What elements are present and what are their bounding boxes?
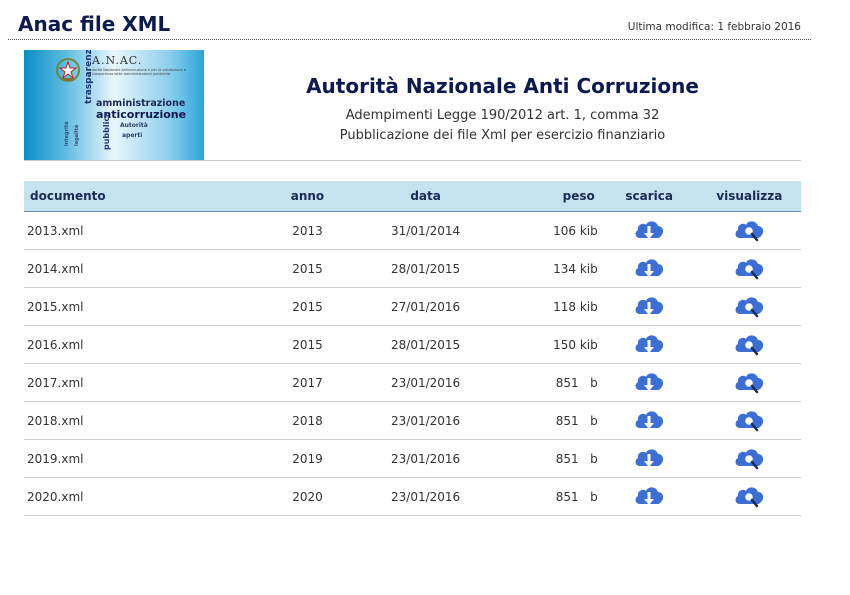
table-header-row: documento anno data peso scarica visuali… [24,181,801,212]
cell-anno: 2015 [262,249,353,288]
column-header-data: data [352,181,499,212]
cloud-download-icon[interactable] [632,220,666,239]
cell-visualizza [697,211,801,250]
cloud-search-icon[interactable] [732,258,766,279]
page-title: Anac file XML [18,12,171,36]
cell-visualizza [697,363,801,402]
publication-description: Pubblicazione dei file Xml per esercizio… [339,128,666,143]
column-header-peso: peso [498,181,601,212]
cell-documento: 2014.xml [24,249,263,288]
cloud-search-icon[interactable] [732,220,766,241]
cell-documento: 2019.xml [24,439,263,478]
cell-data: 28/01/2015 [352,325,499,364]
cell-visualizza [697,249,801,288]
cell-anno: 2015 [262,287,353,326]
cell-peso: 134 kib [498,249,601,288]
cell-visualizza [697,401,801,440]
cell-scarica [600,249,698,288]
cell-peso: 150 kib [498,325,601,364]
table-row: 2018.xml 2018 23/01/2016 851 b [24,401,801,440]
banner-word: aperti [122,132,143,139]
cloud-download-icon[interactable] [632,410,666,429]
cell-scarica [600,325,698,364]
divider [24,160,801,161]
cell-anno: 2015 [262,325,353,364]
cell-peso: 106 kib [498,211,601,250]
table-row: 2020.xml 2020 23/01/2016 851 b [24,477,801,516]
table-row: 2019.xml 2019 23/01/2016 851 b [24,439,801,478]
cell-anno: 2020 [262,477,353,516]
cloud-search-icon[interactable] [732,372,766,393]
table-row: 2016.xml 2015 28/01/2015 150 kib [24,325,801,364]
cell-anno: 2013 [262,211,353,250]
cell-visualizza [697,287,801,326]
cell-data: 23/01/2016 [352,439,499,478]
cell-peso: 118 kib [498,287,601,326]
cloud-download-icon[interactable] [632,258,666,277]
column-header-scarica: scarica [600,181,698,212]
top-bar: Anac file XML Ultima modifica: 1 febbrai… [8,6,811,40]
anac-banner: A.N.AC. Autorità Nazionale Anticorruzion… [24,50,204,160]
cell-peso: 851 b [498,477,601,516]
intro-block: Autorità Nazionale Anti Corruzione Ademp… [204,60,801,146]
cell-data: 23/01/2016 [352,363,499,402]
cloud-search-icon[interactable] [732,334,766,355]
cell-data: 28/01/2015 [352,249,499,288]
cloud-search-icon[interactable] [732,486,766,507]
org-name: Autorità Nazionale Anti Corruzione [306,74,699,98]
cell-peso: 851 b [498,439,601,478]
cell-anno: 2017 [262,363,353,402]
cloud-search-icon[interactable] [732,296,766,317]
table-row: 2017.xml 2017 23/01/2016 851 b [24,363,801,402]
cell-anno: 2018 [262,401,353,440]
cell-scarica [600,287,698,326]
table-row: 2013.xml 2013 31/01/2014 106 kib [24,211,801,250]
cell-documento: 2016.xml [24,325,263,364]
column-header-documento: documento [24,181,263,212]
last-modified: Ultima modifica: 1 febbraio 2016 [627,21,801,33]
cloud-download-icon[interactable] [632,486,666,505]
cell-anno: 2019 [262,439,353,478]
cell-scarica [600,477,698,516]
cell-data: 27/01/2016 [352,287,499,326]
cell-data: 31/01/2014 [352,211,499,250]
cell-scarica [600,211,698,250]
banner-word: Autorità [120,122,148,129]
cell-documento: 2017.xml [24,363,263,402]
law-reference: Adempimenti Legge 190/2012 art. 1, comma… [345,108,660,123]
cell-visualizza [697,325,801,364]
cloud-search-icon[interactable] [732,410,766,431]
cell-visualizza [697,439,801,478]
cell-documento: 2015.xml [24,287,263,326]
cell-data: 23/01/2016 [352,477,499,516]
banner-word: pubblica [102,111,111,151]
column-header-visualizza: visualizza [697,181,801,212]
cloud-download-icon[interactable] [632,334,666,353]
cell-documento: 2018.xml [24,401,263,440]
cloud-download-icon[interactable] [632,448,666,467]
column-header-anno: anno [262,181,353,212]
table-row: 2014.xml 2015 28/01/2015 134 kib [24,249,801,288]
banner-logo-text: A.N.AC. [92,54,143,67]
cell-scarica [600,363,698,402]
table-body: 2013.xml 2013 31/01/2014 106 kib 2014.xml 201… [24,211,801,516]
cell-documento: 2020.xml [24,477,263,516]
table-row: 2015.xml 2015 27/01/2016 118 kib [24,287,801,326]
cloud-search-icon[interactable] [732,448,766,469]
cloud-download-icon[interactable] [632,296,666,315]
italian-emblem-icon [56,58,80,82]
cell-scarica [600,439,698,478]
cell-peso: 851 b [498,363,601,402]
banner-word: trasparenza [84,50,94,104]
banner-word: legalità [74,124,80,146]
banner-caption: Autorità Nazionale Anticorruzione e per … [88,68,186,76]
cloud-download-icon[interactable] [632,372,666,391]
cell-data: 23/01/2016 [352,401,499,440]
cell-documento: 2013.xml [24,211,263,250]
banner-word: integrità [64,121,70,146]
xml-files-table: documento anno data peso scarica visuali… [24,181,801,516]
cell-scarica [600,401,698,440]
cell-peso: 851 b [498,401,601,440]
cell-visualizza [697,477,801,516]
